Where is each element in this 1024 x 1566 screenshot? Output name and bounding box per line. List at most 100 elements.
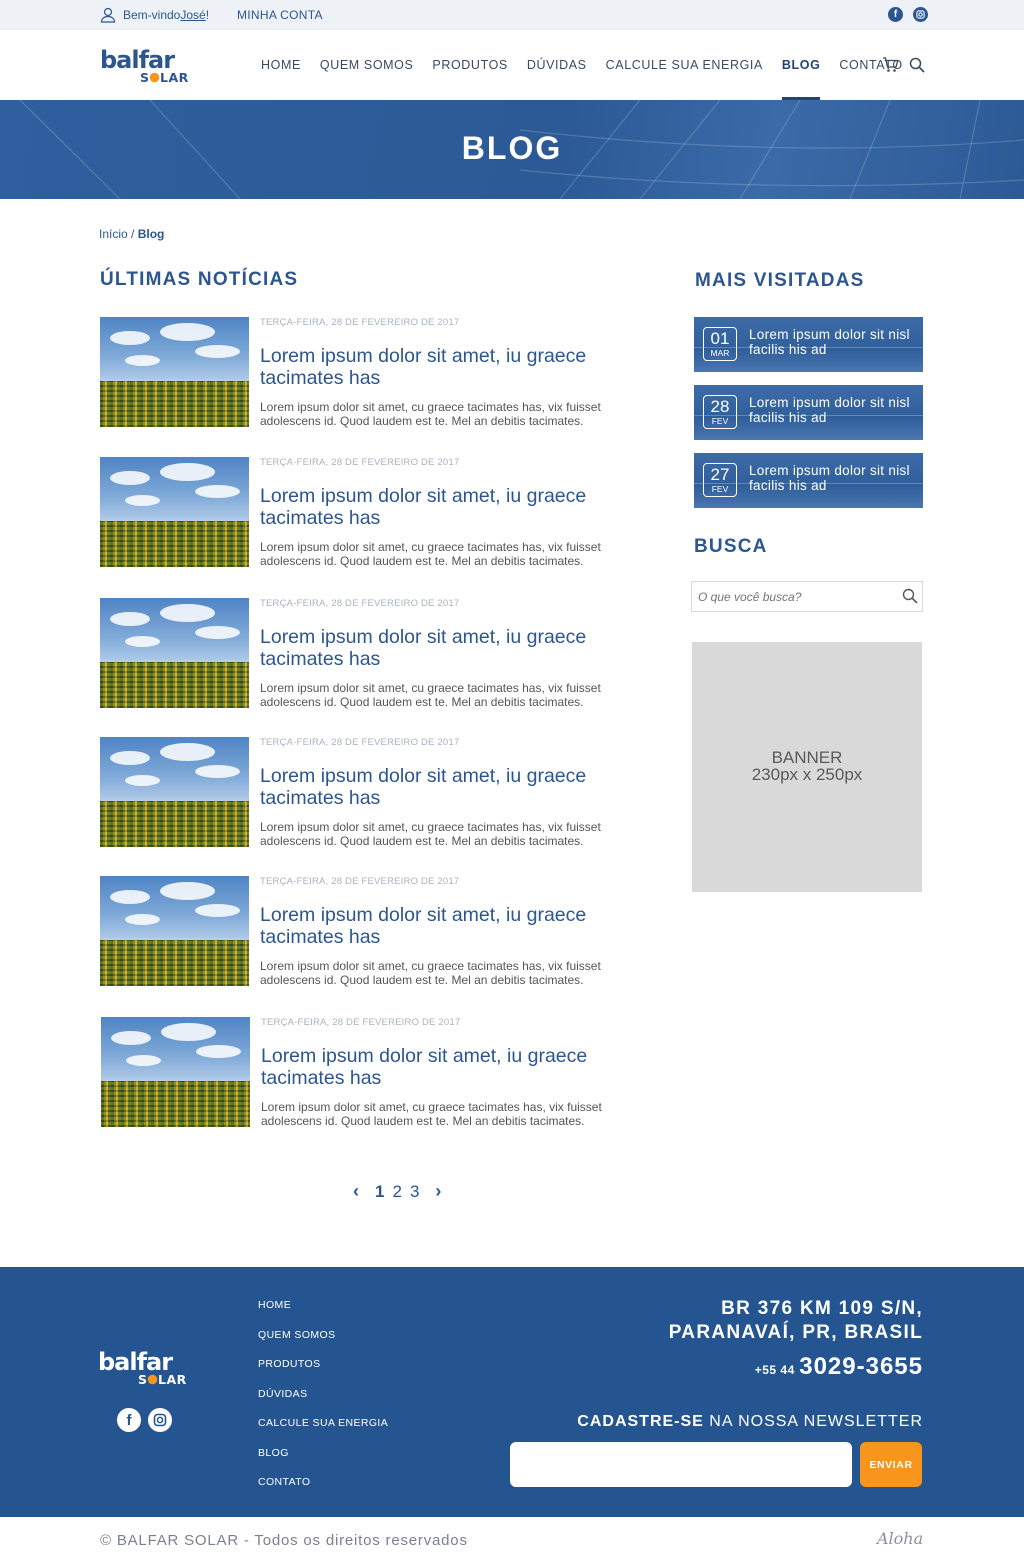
- my-account-link[interactable]: MINHA CONTA: [237, 8, 323, 22]
- address: BR 376 KM 109 S/N, PARANAVAÍ, PR, BRASIL: [668, 1298, 923, 1343]
- nav-about[interactable]: QUEM SOMOS: [320, 30, 414, 100]
- search-heading: BUSCA: [694, 536, 768, 557]
- newsletter-send-button[interactable]: ENVIAR: [860, 1442, 922, 1487]
- footer: balfar S LAR f HOME QUEM SOMOS PRODUTOS …: [0, 1267, 1024, 1517]
- pagination: ‹ 1 2 3 ›: [345, 1181, 449, 1202]
- instagram-icon[interactable]: [913, 7, 928, 22]
- article-thumbnail[interactable]: [100, 737, 249, 847]
- footer-link-faq[interactable]: DÚVIDAS: [258, 1388, 388, 1418]
- main-nav: HOME QUEM SOMOS PRODUTOS DÚVIDAS CALCULE…: [261, 30, 922, 100]
- footer-link-products[interactable]: PRODUTOS: [258, 1358, 388, 1388]
- nav-blog[interactable]: BLOG: [781, 30, 821, 100]
- phone-number: +55 44 3029-3655: [754, 1353, 923, 1380]
- page-title: BLOG: [461, 130, 563, 166]
- article-thumbnail[interactable]: [101, 1017, 250, 1127]
- article-thumbnail[interactable]: [100, 317, 249, 427]
- article-date: TERÇA-FEIRA, 28 DE FEVEREIRO DE 2017: [260, 457, 460, 468]
- article-item[interactable]: TERÇA-FEIRA, 28 DE FEVEREIRO DE 2017 Lore…: [100, 598, 650, 709]
- search-input[interactable]: [692, 582, 897, 611]
- breadcrumb: Início / Blog: [99, 227, 165, 241]
- article-excerpt: Lorem ipsum dolor sit amet, cu graece ta…: [260, 681, 601, 709]
- article-date: TERÇA-FEIRA, 28 DE FEVEREIRO DE 2017: [260, 598, 460, 609]
- most-visited-item[interactable]: 01 MAR Lorem ipsum dolor sit nisl facilis …: [694, 317, 923, 372]
- copyright: © BALFAR SOLAR - Todos os direitos reser…: [100, 1532, 468, 1549]
- newsletter-heading: CADASTRE-SE NA NOSSA NEWSLETTER: [577, 1413, 923, 1430]
- breadcrumb-home[interactable]: Início: [99, 227, 128, 241]
- user-icon: [100, 7, 116, 23]
- search-icon[interactable]: [909, 57, 925, 73]
- most-visited-title: Lorem ipsum dolor sit nisl facilis his a…: [749, 395, 910, 425]
- page-hero: BLOG: [0, 100, 1024, 199]
- latest-news-heading: ÚLTIMAS NOTÍCIAS: [100, 269, 299, 290]
- pagination-prev[interactable]: ‹: [353, 1181, 359, 1202]
- facebook-icon[interactable]: f: [117, 1408, 141, 1432]
- most-visited-title: Lorem ipsum dolor sit nisl facilis his a…: [749, 463, 910, 493]
- article-excerpt: Lorem ipsum dolor sit amet, cu graece ta…: [260, 820, 601, 848]
- agency-credit-logo[interactable]: Aloha: [877, 1529, 923, 1548]
- article-title[interactable]: Lorem ipsum dolor sit amet, iu graece ta…: [261, 1045, 641, 1089]
- svg-text:LAR: LAR: [160, 70, 189, 84]
- article-excerpt: Lorem ipsum dolor sit amet, cu graece ta…: [260, 959, 601, 987]
- footer-social: f: [117, 1408, 172, 1432]
- instagram-icon[interactable]: [148, 1408, 172, 1432]
- date-badge: 27 FEV: [703, 463, 737, 497]
- article-thumbnail[interactable]: [100, 598, 249, 708]
- main-header: balfar S LAR HOME QUEM SOMOS PRODUTOS DÚ…: [0, 30, 1024, 100]
- article-title[interactable]: Lorem ipsum dolor sit amet, iu graece ta…: [260, 904, 640, 948]
- footer-link-about[interactable]: QUEM SOMOS: [258, 1329, 388, 1359]
- ad-banner[interactable]: BANNER 230px x 250px: [692, 642, 922, 892]
- article-excerpt: Lorem ipsum dolor sit amet, cu graece ta…: [261, 1100, 602, 1128]
- nav-calculate-energy[interactable]: CALCULE SUA ENERGIA: [606, 30, 763, 100]
- most-visited-item[interactable]: 28 FEV Lorem ipsum dolor sit nisl facilis …: [694, 385, 923, 440]
- article-item[interactable]: TERÇA-FEIRA, 28 DE FEVEREIRO DE 2017 Lore…: [100, 457, 650, 568]
- social-links: f: [888, 7, 928, 22]
- article-date: TERÇA-FEIRA, 28 DE FEVEREIRO DE 2017: [261, 1017, 461, 1028]
- page-link[interactable]: 3: [410, 1182, 419, 1202]
- article-title[interactable]: Lorem ipsum dolor sit amet, iu graece ta…: [260, 626, 640, 670]
- top-bar: Bem-vindo José! MINHA CONTA f: [0, 0, 1024, 30]
- article-title[interactable]: Lorem ipsum dolor sit amet, iu graece ta…: [260, 345, 640, 389]
- page-link[interactable]: 2: [392, 1182, 401, 1202]
- footer-link-blog[interactable]: BLOG: [258, 1447, 388, 1477]
- most-visited-item[interactable]: 27 FEV Lorem ipsum dolor sit nisl facilis …: [694, 453, 923, 508]
- nav-faq[interactable]: DÚVIDAS: [527, 30, 587, 100]
- most-visited-title: Lorem ipsum dolor sit nisl facilis his a…: [749, 327, 910, 357]
- search-icon[interactable]: [902, 588, 918, 604]
- article-date: TERÇA-FEIRA, 28 DE FEVEREIRO DE 2017: [260, 317, 460, 328]
- user-name-link[interactable]: José: [180, 8, 205, 22]
- date-badge: 01 MAR: [703, 327, 737, 361]
- footer-logo[interactable]: balfar S LAR: [98, 1348, 202, 1391]
- svg-text:S: S: [138, 1372, 148, 1386]
- footer-link-contact[interactable]: CONTATO: [258, 1476, 388, 1506]
- article-item[interactable]: TERÇA-FEIRA, 28 DE FEVEREIRO DE 2017 Lore…: [100, 317, 650, 428]
- pagination-next[interactable]: ›: [435, 1181, 441, 1202]
- article-date: TERÇA-FEIRA, 28 DE FEVEREIRO DE 2017: [260, 737, 460, 748]
- welcome-message: Bem-vindo José!: [100, 7, 209, 23]
- article-thumbnail[interactable]: [100, 457, 249, 567]
- svg-text:S: S: [140, 70, 150, 84]
- search-box: [691, 581, 923, 612]
- article-title[interactable]: Lorem ipsum dolor sit amet, iu graece ta…: [260, 765, 640, 809]
- footer-link-home[interactable]: HOME: [258, 1299, 388, 1329]
- nav-home[interactable]: HOME: [261, 30, 301, 100]
- article-item[interactable]: TERÇA-FEIRA, 28 DE FEVEREIRO DE 2017 Lore…: [101, 1017, 651, 1128]
- breadcrumb-current: Blog: [137, 227, 165, 241]
- article-excerpt: Lorem ipsum dolor sit amet, cu graece ta…: [260, 540, 601, 568]
- brand-logo[interactable]: balfar S LAR: [100, 46, 204, 89]
- footer-nav: HOME QUEM SOMOS PRODUTOS DÚVIDAS CALCULE…: [258, 1299, 388, 1506]
- article-date: TERÇA-FEIRA, 28 DE FEVEREIRO DE 2017: [260, 876, 460, 887]
- cart-icon[interactable]: [882, 57, 899, 73]
- date-badge: 28 FEV: [703, 395, 737, 429]
- nav-products[interactable]: PRODUTOS: [432, 30, 507, 100]
- footer-link-calculate-energy[interactable]: CALCULE SUA ENERGIA: [258, 1417, 388, 1447]
- article-item[interactable]: TERÇA-FEIRA, 28 DE FEVEREIRO DE 2017 Lore…: [100, 876, 650, 987]
- article-excerpt: Lorem ipsum dolor sit amet, cu graece ta…: [260, 400, 601, 428]
- most-visited-heading: MAIS VISITADAS: [695, 270, 865, 291]
- page-link[interactable]: 1: [375, 1182, 384, 1202]
- article-item[interactable]: TERÇA-FEIRA, 28 DE FEVEREIRO DE 2017 Lore…: [100, 737, 650, 848]
- facebook-icon[interactable]: f: [888, 7, 903, 22]
- article-title[interactable]: Lorem ipsum dolor sit amet, iu graece ta…: [260, 485, 640, 529]
- article-thumbnail[interactable]: [100, 876, 249, 986]
- svg-text:LAR: LAR: [158, 1372, 187, 1386]
- newsletter-email-input[interactable]: [510, 1442, 852, 1487]
